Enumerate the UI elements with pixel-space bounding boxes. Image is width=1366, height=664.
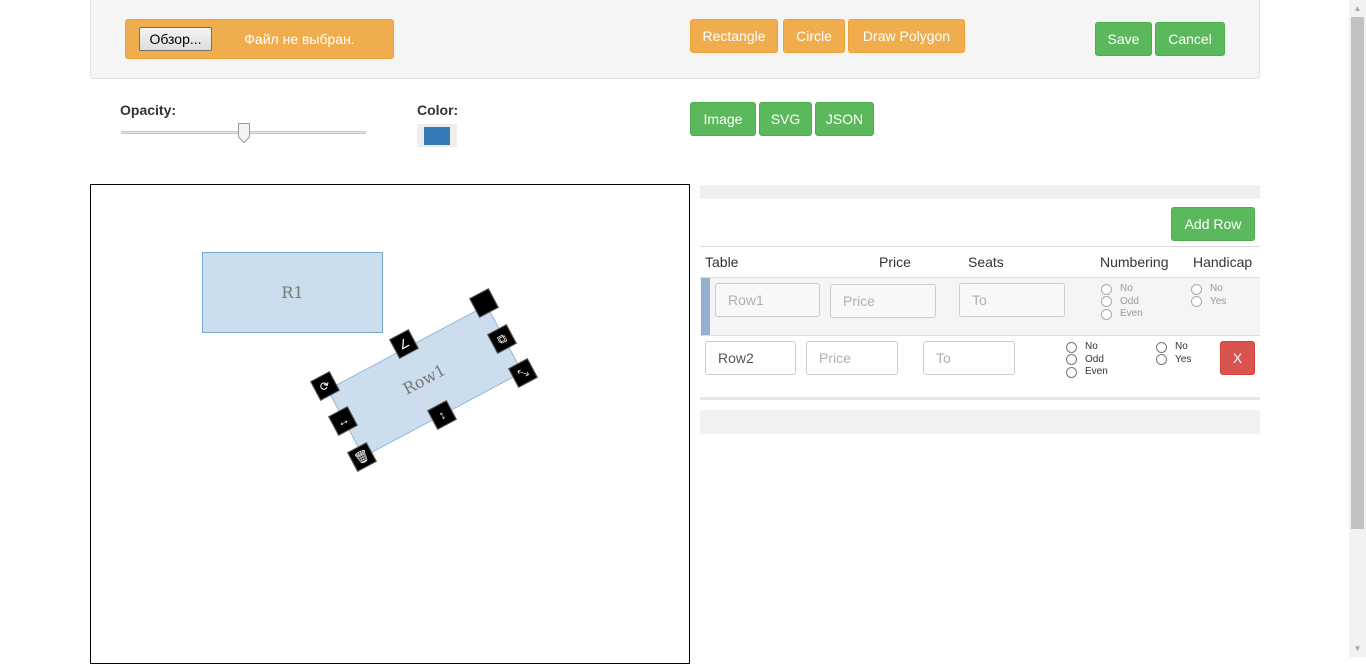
radio-button[interactable]	[1101, 283, 1112, 295]
export-json-button[interactable]: JSON	[815, 102, 874, 136]
radio-button[interactable]	[1066, 366, 1077, 378]
draw-polygon-button[interactable]: Draw Polygon	[848, 19, 965, 53]
row2-price-input[interactable]	[806, 341, 898, 375]
row1-handicap-radios: No Yes	[1191, 283, 1226, 308]
table-divider	[700, 335, 1260, 336]
browse-file-button[interactable]: Обзор...	[139, 27, 212, 51]
radio-label: Yes	[1210, 295, 1227, 307]
radio-label: No	[1210, 283, 1223, 294]
rectangle-button[interactable]: Rectangle	[690, 19, 778, 53]
radio-button[interactable]	[1066, 354, 1077, 366]
file-status-text: Файл не выбран.	[244, 31, 355, 47]
header-handicap: Handicap	[1193, 254, 1253, 270]
table-footer-divider	[700, 397, 1260, 400]
row-selected-marker	[701, 278, 710, 335]
row1-table-input[interactable]	[715, 283, 820, 317]
add-row-button[interactable]: Add Row	[1171, 207, 1255, 241]
save-button[interactable]: Save	[1095, 22, 1152, 56]
header-numbering: Numbering	[1100, 254, 1169, 270]
radio-label: No	[1085, 341, 1098, 352]
opacity-slider-thumb[interactable]	[237, 123, 250, 143]
radio-button[interactable]	[1191, 296, 1202, 308]
drawing-canvas[interactable]: R1 Row1 ⟳ ↔ 🗑 ↕ ⤡ ⧉ ∠	[90, 184, 690, 664]
radio-label: Odd	[1120, 295, 1139, 307]
radio-label: Odd	[1085, 353, 1104, 365]
radio-label: No	[1120, 283, 1133, 294]
header-table: Table	[705, 254, 739, 270]
radio-label: Even	[1085, 366, 1108, 377]
export-svg-button[interactable]: SVG	[759, 102, 812, 136]
row1-price-input[interactable]	[830, 284, 936, 318]
row1-seats-input[interactable]	[959, 283, 1065, 317]
circle-button[interactable]: Circle	[783, 19, 845, 53]
scroll-up-icon[interactable]: ▲	[1349, 0, 1366, 17]
table-panel-header-bar	[700, 185, 1260, 199]
header-seats: Seats	[968, 254, 1004, 270]
scrollbar-thumb[interactable]	[1351, 17, 1364, 529]
radio-label: No	[1175, 341, 1188, 352]
radio-button[interactable]	[1156, 341, 1167, 353]
radio-button[interactable]	[1101, 296, 1112, 308]
opacity-label: Opacity:	[120, 102, 177, 118]
row1-shape-layer[interactable]	[91, 185, 690, 664]
row1-numbering-radios: No Odd Even	[1101, 283, 1143, 321]
radio-label: Yes	[1175, 353, 1192, 365]
export-image-button[interactable]: Image	[690, 102, 756, 136]
color-swatch[interactable]	[424, 127, 450, 145]
row2-numbering-radios: No Odd Even	[1066, 341, 1108, 379]
table-panel-footer-bar	[700, 410, 1260, 434]
radio-button[interactable]	[1101, 308, 1112, 320]
scroll-down-icon[interactable]: ▼	[1349, 640, 1366, 657]
color-label: Color:	[417, 102, 459, 118]
cancel-button[interactable]: Cancel	[1155, 22, 1225, 56]
row2-handicap-radios: No Yes	[1156, 341, 1191, 366]
radio-button[interactable]	[1066, 341, 1077, 353]
row2-table-input[interactable]	[705, 341, 796, 375]
radio-button[interactable]	[1191, 283, 1202, 295]
table-divider	[700, 246, 1260, 247]
radio-label: Even	[1120, 308, 1143, 319]
row2-seats-input[interactable]	[923, 341, 1015, 375]
header-price: Price	[879, 254, 911, 270]
delete-row-button[interactable]: X	[1220, 341, 1255, 375]
radio-button[interactable]	[1156, 354, 1167, 366]
